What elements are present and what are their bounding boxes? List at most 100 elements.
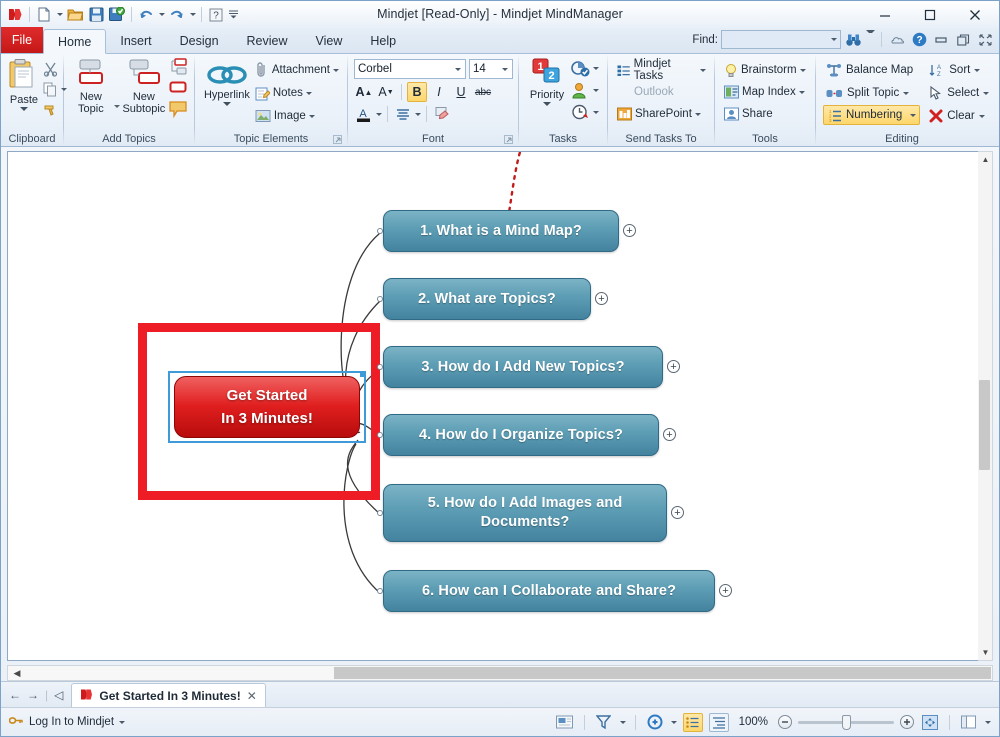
zoom-in-button[interactable] — [900, 715, 914, 729]
tab-view[interactable]: View — [302, 29, 357, 53]
align-dropdown-icon[interactable] — [415, 113, 421, 116]
find-input[interactable] — [721, 30, 841, 49]
attachment-button[interactable]: Attachment — [253, 59, 341, 81]
attachment-dropdown-icon[interactable] — [333, 69, 339, 72]
progress-button[interactable] — [569, 59, 601, 78]
new-callout-topic-icon[interactable] — [168, 100, 188, 120]
vertical-scroll-thumb[interactable] — [979, 380, 990, 470]
map-index-dropdown-icon[interactable] — [799, 91, 805, 94]
topic-5[interactable]: 5. How do I Add Images and Documents? — [383, 484, 667, 542]
hyperlink-button[interactable]: Hyperlink — [201, 57, 253, 106]
hyperlink-dropdown-icon[interactable] — [223, 102, 231, 106]
font-color-icon[interactable]: A — [354, 104, 374, 124]
image-button[interactable]: Image — [253, 105, 341, 127]
document-tab-active[interactable]: Get Started In 3 Minutes! ✕ — [71, 683, 265, 707]
shrink-font-icon[interactable]: A▼ — [376, 82, 396, 102]
font-size-dropdown-icon[interactable] — [502, 68, 508, 71]
topic-6-expand-button[interactable]: + — [719, 584, 732, 597]
duration-button[interactable] — [569, 103, 601, 122]
resources-dropdown-icon[interactable] — [593, 89, 599, 92]
central-topic[interactable]: Get Started In 3 Minutes! — [174, 376, 360, 438]
balance-map-button[interactable]: Balance Map — [823, 59, 920, 81]
resources-button[interactable] — [569, 81, 601, 100]
find-options-dropdown-icon[interactable] — [866, 30, 875, 49]
sharepoint-dropdown-icon[interactable] — [695, 113, 701, 116]
task-pane-dropdown-icon[interactable] — [985, 721, 991, 724]
find-dropdown-icon[interactable] — [831, 38, 837, 41]
split-topic-button[interactable]: Split Topic — [823, 82, 920, 104]
sort-dropdown-icon[interactable] — [974, 69, 980, 72]
login-dropdown-icon[interactable] — [119, 721, 125, 724]
topic-1-expand-button[interactable]: + — [623, 224, 636, 237]
nav-forward-icon[interactable]: → — [27, 688, 39, 702]
topic-3[interactable]: 3. How do I Add New Topics? — [383, 346, 663, 388]
clear-dropdown-icon[interactable] — [979, 115, 985, 118]
document-tab-close-icon[interactable]: ✕ — [247, 689, 257, 703]
map-canvas[interactable]: Get Started In 3 Minutes! 1. What is a M… — [7, 151, 993, 661]
topic-2-expand-button[interactable]: + — [595, 292, 608, 305]
nav-back-icon[interactable]: ← — [9, 688, 21, 702]
zoom-out-button[interactable] — [778, 715, 792, 729]
split-topic-dropdown-icon[interactable] — [903, 92, 909, 95]
filter-dropdown-icon[interactable] — [620, 721, 626, 724]
paste-dropdown-icon[interactable] — [20, 107, 28, 111]
find-text-field[interactable] — [725, 34, 837, 46]
tab-file[interactable]: File — [1, 27, 43, 53]
progress-dropdown-icon[interactable] — [593, 67, 599, 70]
refresh-dropdown-icon[interactable] — [671, 721, 677, 724]
scroll-up-arrow[interactable]: ▲ — [978, 152, 993, 167]
topic-2[interactable]: 2. What are Topics? — [383, 278, 591, 320]
cloud-icon[interactable] — [888, 30, 907, 49]
topic-elements-dialog-launcher[interactable] — [333, 135, 343, 145]
font-size-select[interactable]: 14 — [469, 59, 513, 79]
horizontal-scrollbar[interactable]: ◀ — [7, 665, 993, 681]
highlight-icon[interactable] — [432, 104, 452, 124]
map-index-button[interactable]: Map Index — [722, 81, 807, 103]
italic-icon[interactable]: I — [429, 82, 449, 102]
underline-icon[interactable]: U — [451, 82, 471, 102]
restore-window-icon[interactable] — [954, 30, 973, 49]
duration-dropdown-icon[interactable] — [593, 111, 599, 114]
filter-icon[interactable] — [594, 713, 614, 732]
ribbon-minimize-icon[interactable] — [932, 30, 951, 49]
grow-font-icon[interactable]: A▲ — [354, 82, 374, 102]
tab-help[interactable]: Help — [356, 29, 410, 53]
minimize-button[interactable] — [862, 2, 907, 28]
selection-handle-tr[interactable] — [360, 373, 364, 377]
new-sibling-topic-icon[interactable] — [168, 58, 188, 78]
close-button[interactable] — [952, 2, 997, 28]
tab-home[interactable]: Home — [43, 29, 106, 54]
image-dropdown-icon[interactable] — [309, 115, 315, 118]
maximize-button[interactable] — [907, 2, 952, 28]
horizontal-scroll-thumb[interactable] — [334, 667, 991, 679]
presentation-mode-icon[interactable] — [555, 713, 575, 732]
strikethrough-icon[interactable]: abc — [473, 82, 493, 102]
map-view-icon[interactable] — [709, 713, 729, 732]
priority-dropdown-icon[interactable] — [543, 102, 551, 106]
font-color-dropdown-icon[interactable] — [376, 113, 382, 116]
zoom-slider-thumb[interactable] — [842, 715, 851, 730]
scroll-down-arrow[interactable]: ▼ — [978, 645, 993, 660]
select-button[interactable]: Select — [926, 82, 992, 104]
priority-button[interactable]: 12 Priority — [525, 57, 569, 106]
clear-button[interactable]: Clear — [926, 105, 992, 127]
font-family-select[interactable]: Corbel — [354, 59, 466, 79]
sort-button[interactable]: AZ Sort — [926, 59, 992, 81]
topic-5-expand-button[interactable]: + — [671, 506, 684, 519]
topic-4[interactable]: 4. How do I Organize Topics? — [383, 414, 659, 456]
notes-button[interactable]: Notes — [253, 82, 341, 104]
numbering-button[interactable]: 123 Numbering — [823, 105, 920, 125]
zoom-slider[interactable] — [798, 721, 894, 724]
sharepoint-button[interactable]: SharePoint — [615, 103, 703, 125]
login-label[interactable]: Log In to Mindjet — [29, 716, 114, 728]
fit-map-icon[interactable] — [920, 713, 940, 732]
refresh-icon[interactable] — [645, 713, 665, 732]
binoculars-search-icon[interactable] — [844, 30, 863, 49]
brainstorm-button[interactable]: Brainstorm — [722, 59, 808, 81]
topic-6[interactable]: 6. How can I Collaborate and Share? — [383, 570, 715, 612]
vertical-scrollbar[interactable]: ▲ ▼ — [978, 151, 993, 661]
login-key-icon[interactable] — [9, 715, 24, 729]
tab-review[interactable]: Review — [233, 29, 302, 53]
new-subtopic-button[interactable]: New Subtopic — [120, 57, 168, 115]
topic-4-expand-button[interactable]: + — [663, 428, 676, 441]
